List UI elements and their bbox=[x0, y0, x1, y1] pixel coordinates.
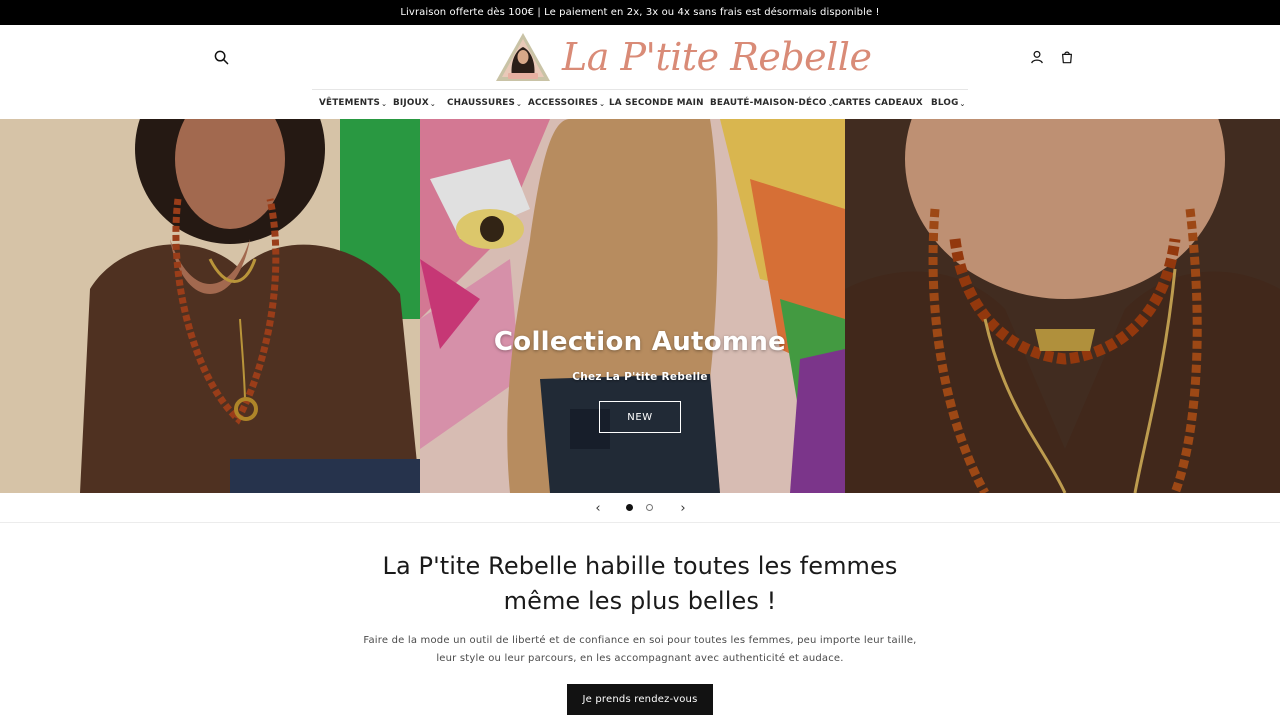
nav-item-label: BEAUTÉ-MAISON-DÉCO bbox=[710, 98, 827, 108]
intro-text-line-2: leur style ou leur parcours, en les acco… bbox=[436, 653, 844, 664]
logo-mark-icon bbox=[496, 33, 550, 81]
slide-dot-2[interactable] bbox=[646, 504, 653, 511]
intro-text-line-1: Faire de la mode un outil de liberté et … bbox=[363, 635, 917, 646]
nav-item-beaute-maison-deco[interactable]: BEAUTÉ-MAISON-DÉCO ⌄ bbox=[710, 98, 834, 108]
slide-dot-1[interactable] bbox=[626, 504, 633, 511]
main-navigation: VÊTEMENTS ⌄ BIJOUX ⌄ CHAUSSURES ⌄ ACCESSOIR… bbox=[312, 90, 972, 118]
announcement-text: Livraison offerte dès 100€ | Le paiement… bbox=[400, 7, 880, 18]
account-button[interactable] bbox=[1026, 46, 1048, 68]
nav-item-label: VÊTEMENTS bbox=[319, 98, 381, 108]
intro-heading-line-1: La P'tite Rebelle habille toutes les fem… bbox=[382, 552, 898, 580]
hero-subtitle: Chez La P'tite Rebelle bbox=[572, 371, 708, 383]
chevron-down-icon: ⌄ bbox=[429, 100, 436, 108]
intro-heading: La P'tite Rebelle habille toutes les fem… bbox=[0, 549, 1280, 619]
nav-item-accessoires[interactable]: ACCESSOIRES ⌄ bbox=[528, 98, 605, 108]
chevron-left-icon: ‹ bbox=[595, 500, 601, 516]
cart-icon bbox=[1062, 51, 1072, 64]
brand-logo[interactable]: La P'tite Rebelle bbox=[494, 31, 872, 83]
hero-title: Collection Automne bbox=[493, 327, 787, 357]
intro-text: Faire de la mode un outil de liberté et … bbox=[0, 632, 1280, 668]
chevron-down-icon: ⌄ bbox=[381, 100, 388, 108]
search-icon bbox=[214, 50, 228, 64]
nav-item-label: CHAUSSURES bbox=[447, 98, 516, 108]
chevron-down-icon: ⌄ bbox=[516, 100, 523, 108]
chevron-down-icon: ⌄ bbox=[599, 100, 606, 108]
nav-item-label: BIJOUX bbox=[393, 98, 429, 108]
nav-item-blog[interactable]: BLOG ⌄ bbox=[931, 98, 966, 108]
nav-item-vetements[interactable]: VÊTEMENTS ⌄ bbox=[319, 98, 387, 108]
next-slide-button[interactable]: › bbox=[675, 500, 691, 516]
chevron-right-icon: › bbox=[680, 500, 686, 516]
announcement-bar: Livraison offerte dès 100€ | Le paiement… bbox=[0, 0, 1280, 25]
brand-name: La P'tite Rebelle bbox=[562, 35, 872, 79]
search-button[interactable] bbox=[210, 46, 232, 68]
slider-controls: ‹ › bbox=[0, 493, 1280, 523]
hero-new-button[interactable]: NEW bbox=[599, 401, 681, 433]
cart-button[interactable] bbox=[1056, 46, 1078, 68]
hero-overlay bbox=[0, 119, 1280, 493]
nav-item-bijoux[interactable]: BIJOUX ⌄ bbox=[393, 98, 436, 108]
previous-slide-button[interactable]: ‹ bbox=[590, 500, 606, 516]
nav-item-seconde-main[interactable]: LA SECONDE MAIN bbox=[609, 98, 704, 108]
intro-heading-line-2: même les plus belles ! bbox=[503, 587, 777, 615]
nav-item-label: LA SECONDE MAIN bbox=[609, 98, 704, 108]
site-header: La P'tite Rebelle VÊTEMENTS ⌄ BIJOUX ⌄ CHA… bbox=[0, 25, 1280, 119]
user-icon bbox=[1031, 50, 1043, 64]
chevron-down-icon: ⌄ bbox=[959, 100, 966, 108]
hero-slideshow: Collection Automne Chez La P'tite Rebell… bbox=[0, 119, 1280, 493]
nav-item-label: CARTES CADEAUX bbox=[832, 98, 923, 108]
appointment-button[interactable]: Je prends rendez-vous bbox=[567, 684, 713, 715]
nav-item-label: BLOG bbox=[931, 98, 959, 108]
nav-item-cartes-cadeaux[interactable]: CARTES CADEAUX bbox=[832, 98, 923, 108]
nav-item-chaussures[interactable]: CHAUSSURES ⌄ bbox=[447, 98, 522, 108]
nav-item-label: ACCESSOIRES bbox=[528, 98, 599, 108]
